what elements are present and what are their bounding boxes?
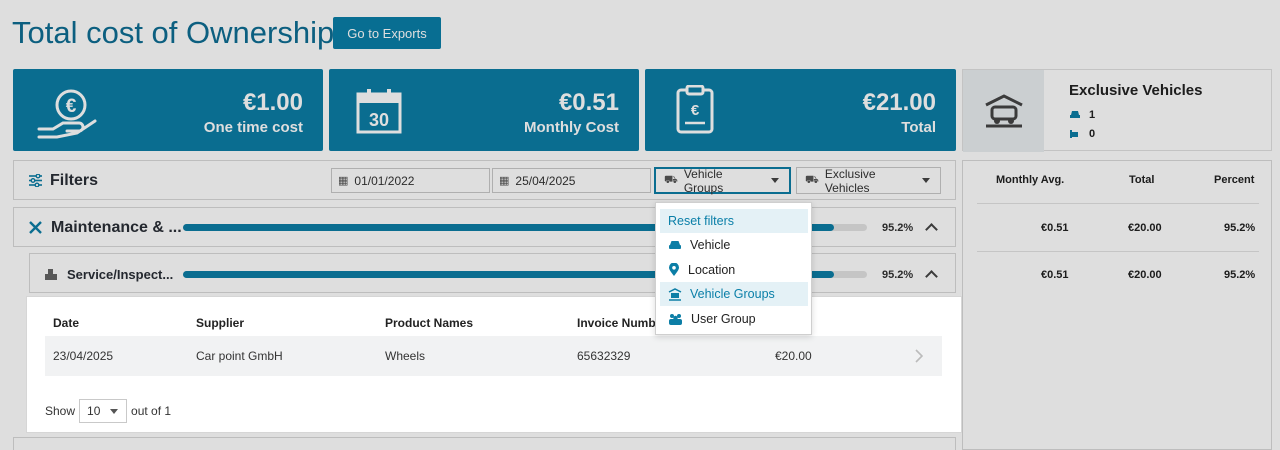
car-icon	[669, 240, 681, 249]
pagination-text: out of 1	[131, 404, 172, 418]
column-header-invoice-number: Invoice Numb	[577, 316, 656, 330]
column-header-supplier: Supplier	[196, 316, 245, 330]
menu-item-location[interactable]: Location	[660, 258, 808, 282]
vehicle-groups-icon	[668, 287, 682, 301]
menu-item-vehicle[interactable]: Vehicle	[660, 233, 808, 257]
cell-date: 23/04/2025	[53, 349, 114, 363]
cell-amount: €20.00	[775, 349, 812, 363]
vehicle-groups-menu: Reset filters Vehicle Location Vehicle G…	[655, 202, 812, 335]
users-icon	[669, 313, 682, 325]
menu-item-reset-filters[interactable]: Reset filters	[660, 209, 808, 233]
column-header-product-names: Product Names	[385, 316, 474, 330]
menu-item-user-group[interactable]: User Group	[660, 307, 808, 331]
table-row[interactable]: 23/04/2025 Car point GmbH Wheels 6563232…	[45, 336, 942, 376]
location-pin-icon	[669, 263, 679, 276]
caret-down-icon	[110, 408, 119, 414]
page-size-select[interactable]: 10	[79, 399, 128, 423]
invoice-table-card: Date Supplier Product Names Invoice Numb…	[26, 296, 962, 433]
menu-item-vehicle-groups[interactable]: Vehicle Groups	[660, 282, 808, 306]
page-size-control: Show 10 out of 1	[45, 399, 171, 423]
cell-invoice: 65632329	[577, 349, 631, 363]
column-header-date: Date	[53, 316, 80, 330]
chevron-right-icon[interactable]	[915, 349, 923, 363]
cell-supplier: Car point GmbH	[196, 349, 283, 363]
cell-product: Wheels	[385, 349, 426, 363]
